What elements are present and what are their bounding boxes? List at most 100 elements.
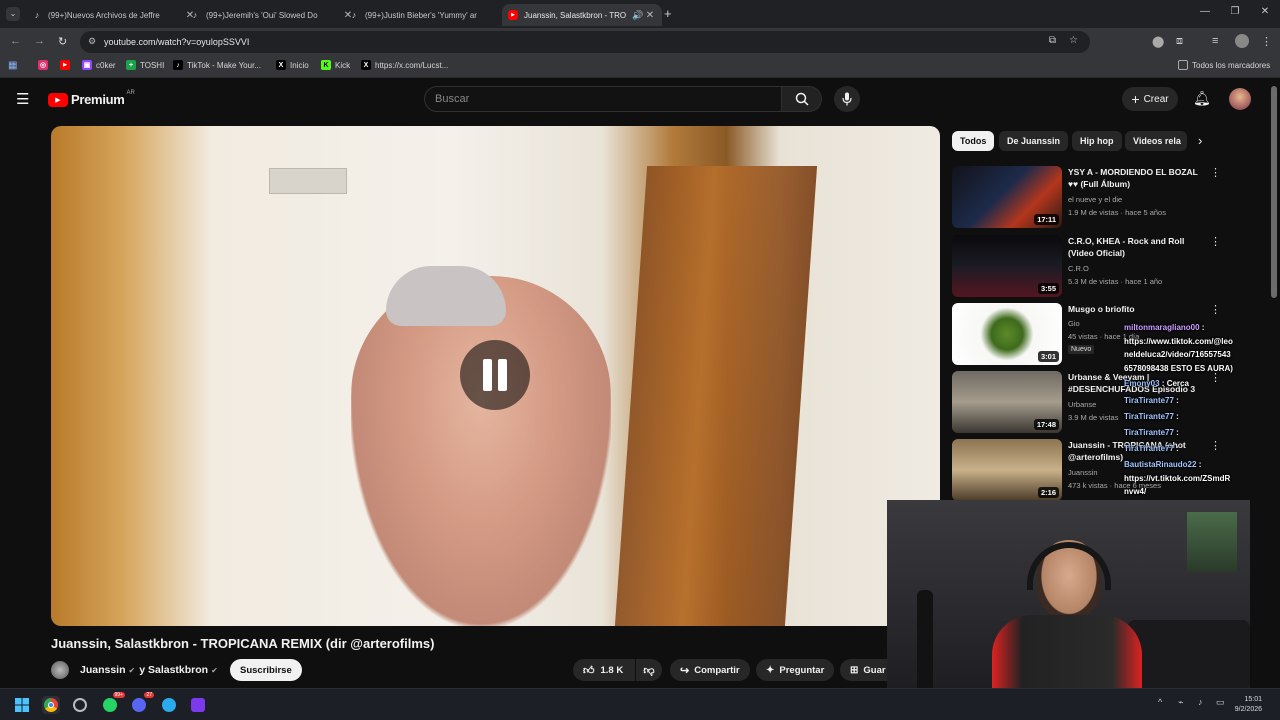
minimize-icon[interactable]: — (1190, 6, 1220, 17)
new-tab-button[interactable]: + (664, 6, 672, 21)
video-thumbnail[interactable]: 3:55 (952, 235, 1062, 297)
channel-avatar[interactable] (51, 661, 69, 679)
save-button[interactable]: ⊞ Guar (840, 659, 888, 681)
extension-icon[interactable]: ⬤ (1152, 35, 1164, 48)
page-scrollbar[interactable] (1271, 86, 1277, 298)
recommended-video[interactable]: 3:55 C.R.O, KHEA - Rock and Roll (Video … (952, 235, 1242, 299)
video-thumbnail[interactable]: 17:48 (952, 371, 1062, 433)
notifications-bell-icon[interactable]: 🔔︎ (1193, 90, 1211, 107)
site-info-icon[interactable]: ⚙ (88, 36, 96, 47)
browser-menu-icon[interactable]: ⋮ (1261, 35, 1272, 48)
tab-search-button[interactable]: ⌄ (6, 7, 20, 21)
ask-button[interactable]: ✦ Preguntar (756, 659, 835, 681)
webcam-overlay (887, 500, 1250, 704)
youtube-play-icon: ▶ (48, 92, 68, 107)
more-options-icon[interactable]: ⋮ (1210, 439, 1221, 452)
all-bookmarks[interactable]: Todos los marcadores (1178, 60, 1270, 70)
browser-tab[interactable]: ♪ (99+)Jeremih's 'Oui' Slowed Do ✕ (184, 4, 360, 26)
profile-avatar[interactable] (1235, 34, 1249, 48)
x-icon: X (276, 60, 286, 70)
bookmark-star-icon[interactable]: ☆ (1069, 35, 1078, 46)
channel-name[interactable]: Juanssin (80, 664, 126, 676)
audio-playing-icon[interactable]: 🔊 (632, 10, 644, 21)
media-control-icon[interactable]: ≡ (1212, 35, 1218, 47)
system-tray-chevron-icon[interactable]: ^ (1158, 697, 1162, 707)
forward-icon[interactable]: → (34, 35, 45, 47)
search-button[interactable] (782, 86, 822, 112)
reload-icon[interactable]: ↻ (58, 35, 67, 48)
close-window-icon[interactable]: ✕ (1250, 6, 1280, 17)
subscribe-button[interactable]: Suscribirse (230, 659, 302, 681)
chip-hip-hop[interactable]: Hip hop (1072, 131, 1122, 151)
youtube-logo[interactable]: ▶ Premium AR (48, 90, 135, 107)
browser-tab[interactable]: ♪ (99+)Nuevos Archivos de Jeffre ✕ (26, 4, 202, 26)
bookmark-x-link[interactable]: Xhttps://x.com/Lucst... (361, 60, 448, 70)
chrome-icon (44, 698, 58, 712)
recommended-video-channel: C.R.O (1068, 264, 1089, 273)
voice-search-button[interactable] (834, 86, 860, 112)
battery-icon[interactable]: ▭ (1216, 697, 1225, 708)
folder-icon (1178, 60, 1188, 70)
more-options-icon[interactable]: ⋮ (1210, 303, 1221, 316)
chat-message: TiraTirante77 : (1124, 396, 1179, 405)
chevron-right-icon[interactable]: › (1198, 133, 1202, 148)
tiktok-icon: ♪ (192, 10, 198, 20)
search-input[interactable]: Buscar (424, 86, 782, 112)
close-tab-icon[interactable]: ✕ (644, 10, 656, 21)
recommended-video[interactable]: 2:16 Juanssin - TROPICANA (shot @arterof… (952, 439, 1242, 503)
bookmark-x-inicio[interactable]: X Inicio (276, 60, 309, 70)
volume-icon[interactable]: ♪ (1198, 697, 1203, 707)
network-icon[interactable]: ⌁ (1178, 697, 1183, 708)
create-button[interactable]: + Crear (1122, 87, 1178, 111)
bookmark-tiktok[interactable]: ♪ TikTok - Make Your... (173, 60, 261, 70)
obs-taskbar-icon[interactable] (71, 696, 89, 714)
restore-icon[interactable]: ❐ (1220, 6, 1250, 17)
taskbar-clock[interactable]: 15:01 9/2/2026 (1235, 695, 1262, 715)
bookmark-kick[interactable]: K Kick (321, 60, 350, 70)
install-app-icon[interactable]: ⧉ (1049, 35, 1056, 46)
chat-message: TiraTirante77 : (1124, 428, 1179, 437)
telegram-taskbar-icon[interactable] (160, 696, 178, 714)
whatsapp-taskbar-icon[interactable]: 99+ (101, 692, 125, 714)
pause-button[interactable] (460, 340, 530, 410)
apps-grid-icon[interactable]: ▦ (8, 60, 17, 71)
extensions-puzzle-icon[interactable]: ⧈ (1176, 35, 1183, 48)
chrome-taskbar-icon[interactable] (42, 696, 60, 714)
share-button[interactable]: ↪ Compartir (670, 659, 750, 681)
browser-tab-active[interactable]: ▶ Juanssin, Salastkbron - TRO 🔊 ✕ (502, 4, 662, 26)
collab-channel-name[interactable]: y Salastkbron (139, 664, 208, 676)
bookmark-youtube[interactable]: ▶ (60, 60, 74, 70)
windows-start-icon[interactable] (13, 696, 31, 714)
chip-from-channel[interactable]: De Juanssin (999, 131, 1069, 151)
bookmark-instagram[interactable]: ◎ (38, 60, 52, 70)
video-thumbnail[interactable]: 3:01 (952, 303, 1062, 365)
address-bar[interactable]: ⚙ youtube.com/watch?v=oyulopSSVVI ⧉ ☆ (80, 31, 1090, 53)
plus-icon: + (126, 60, 136, 70)
twitch-icon: ▣ (82, 60, 92, 70)
bookmark-toshi[interactable]: + TOSHI (126, 60, 164, 70)
chip-related-videos[interactable]: Videos rela (1125, 131, 1187, 151)
recommended-video[interactable]: 17:48 Urbanse & Veeyam | #DESENCHUFADOS … (952, 371, 1242, 435)
youtube-icon: ▶ (508, 10, 518, 20)
recommended-video[interactable]: 17:11 YSY A - MORDIENDO EL BOZAL ♥♥ (Ful… (952, 166, 1242, 230)
video-duration: 17:11 (1034, 214, 1059, 225)
account-avatar[interactable] (1229, 88, 1251, 110)
notification-badge: 27 (144, 692, 154, 698)
video-thumbnail[interactable]: 2:16 (952, 439, 1062, 501)
video-thumbnail[interactable]: 17:11 (952, 166, 1062, 228)
more-options-icon[interactable]: ⋮ (1210, 235, 1221, 248)
hamburger-menu-icon[interactable]: ☰ (16, 90, 29, 108)
like-button[interactable]: 👍︎ 1.8 K (573, 659, 635, 681)
chat-message: nvw4/ (1124, 487, 1147, 496)
app-grid-taskbar-icon[interactable] (189, 696, 207, 714)
browser-tab[interactable]: ♪ (99+)Justin Bieber's 'Yummy' ar ✕ (343, 4, 519, 26)
chip-all[interactable]: Todos (952, 131, 995, 151)
messenger-taskbar-icon[interactable]: 27 (130, 692, 154, 714)
clock-date: 9/2/2026 (1234, 706, 1262, 713)
recommended-video-channel: Urbanse (1068, 400, 1097, 409)
messenger-icon (132, 698, 146, 712)
dislike-button[interactable]: 👎︎ (636, 659, 662, 681)
back-icon[interactable]: ← (10, 35, 21, 47)
more-options-icon[interactable]: ⋮ (1210, 166, 1221, 179)
bookmark-c0ker[interactable]: ▣ c0ker (82, 60, 116, 70)
